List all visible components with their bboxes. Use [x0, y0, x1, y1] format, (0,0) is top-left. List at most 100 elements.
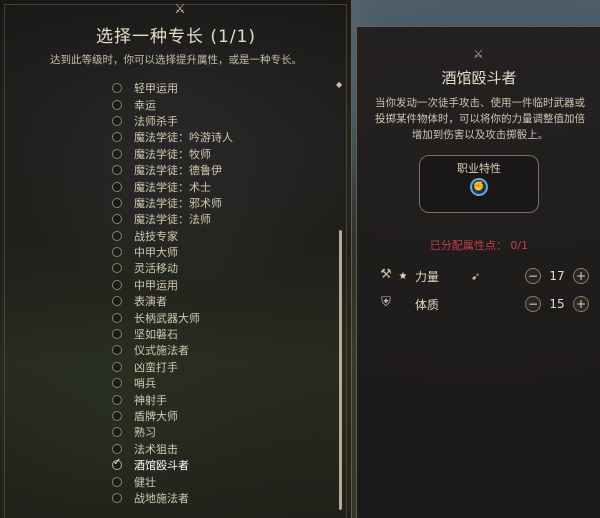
- class-feature-label: 职业特性: [457, 162, 501, 175]
- radio-icon[interactable]: [112, 361, 122, 372]
- panel-subtitle: 达到此等级时，你可以选择提升属性，或是一种专长。: [50, 54, 302, 66]
- decrease-strength-button[interactable]: −: [525, 268, 541, 284]
- panel-title: 选择一种专长 (1/1): [95, 27, 257, 47]
- modifier-icon: ➹: [471, 269, 481, 283]
- feat-option[interactable]: 战地施法者: [112, 490, 233, 506]
- feat-option[interactable]: 仪式施法者: [112, 342, 233, 358]
- radio-icon[interactable]: [112, 247, 122, 258]
- feat-option[interactable]: 长柄武器大师: [112, 309, 233, 325]
- feat-label: 坚如磐石: [134, 328, 178, 342]
- scroll-up-icon[interactable]: ◆: [336, 80, 342, 89]
- feat-option[interactable]: 哨兵: [112, 375, 233, 391]
- feat-label: 战地施法者: [134, 491, 189, 505]
- feat-label: 仪式施法者: [134, 344, 189, 358]
- radio-icon[interactable]: [112, 411, 122, 421]
- feat-option[interactable]: 健壮: [112, 473, 233, 489]
- decrease-constitution-button[interactable]: −: [525, 296, 541, 312]
- feat-option[interactable]: 酒馆殴斗者: [112, 457, 233, 473]
- stat-name-strength: 力量: [415, 269, 440, 284]
- stat-row-constitution: ⛨ 体质 − 15 +: [375, 293, 589, 315]
- feat-label: 轻甲运用: [134, 82, 178, 96]
- feat-detail-panel: ⚔ 酒馆殴斗者 当你发动一次徒手攻击、使用一件临时武器或投掷某件物体时，可以将你…: [356, 26, 600, 518]
- feat-option[interactable]: 魔法学徒：邪术师: [112, 195, 233, 211]
- scrollbar[interactable]: [339, 230, 342, 510]
- radio-icon[interactable]: [112, 296, 122, 307]
- feat-label: 中甲运用: [134, 278, 178, 292]
- feat-label: 哨兵: [134, 377, 156, 391]
- feat-option[interactable]: 魔法学徒：牧师: [112, 146, 233, 162]
- radio-icon[interactable]: [112, 214, 122, 225]
- ability-points-value: 0/1: [510, 239, 529, 252]
- feat-label: 幸运: [134, 98, 156, 112]
- feat-option[interactable]: 幸运: [112, 96, 233, 112]
- feat-option[interactable]: 中甲大师: [112, 244, 233, 260]
- radio-icon[interactable]: [112, 83, 122, 94]
- feat-label: 灵活移动: [134, 262, 178, 276]
- feat-label: 表演者: [134, 295, 167, 309]
- increase-strength-button[interactable]: +: [573, 268, 589, 284]
- feat-description: 当你发动一次徒手攻击、使用一件临时武器或投掷某件物体时，可以将你的力量调整值加倍…: [375, 97, 585, 141]
- increase-constitution-button[interactable]: +: [573, 296, 589, 312]
- radio-icon[interactable]: [112, 443, 122, 454]
- feat-label: 魔法学徒：邪术师: [134, 196, 222, 210]
- radio-icon[interactable]: [112, 230, 122, 241]
- radio-icon[interactable]: [112, 394, 122, 405]
- radio-icon[interactable]: [112, 492, 122, 503]
- feat-label: 魔法学徒：吟游诗人: [134, 131, 233, 145]
- radio-icon[interactable]: [112, 312, 122, 323]
- feat-option[interactable]: 表演者: [112, 293, 233, 309]
- radio-icon[interactable]: [112, 378, 122, 389]
- radio-icon[interactable]: [112, 345, 122, 356]
- feat-option[interactable]: 坚如磐石: [112, 326, 233, 342]
- stat-value-strength: 17: [549, 269, 565, 283]
- radio-icon[interactable]: [112, 132, 122, 143]
- feat-label: 长柄武器大师: [134, 311, 200, 325]
- stat-value-constitution: 15: [549, 297, 565, 311]
- radio-icon[interactable]: [112, 279, 122, 290]
- feat-label: 魔法学徒：法师: [134, 213, 211, 227]
- feat-label: 凶蛮打手: [134, 360, 178, 374]
- feat-option[interactable]: 凶蛮打手: [112, 359, 233, 375]
- feat-option[interactable]: 战技专家: [112, 228, 233, 244]
- radio-icon[interactable]: [112, 263, 122, 274]
- crest-icon: ⚔: [174, 2, 186, 17]
- radio-checked-icon[interactable]: [112, 457, 122, 471]
- feat-label: 神射手: [134, 393, 167, 407]
- feat-title: 酒馆殴斗者: [441, 69, 517, 87]
- class-feature-box: 职业特性 ✊: [419, 155, 539, 213]
- star-icon: ★: [398, 270, 408, 282]
- feat-option[interactable]: 轻甲运用: [112, 80, 233, 96]
- feat-option[interactable]: 熟习: [112, 424, 233, 440]
- strength-icon: ⚒: [380, 267, 392, 282]
- feat-list: 轻甲运用幸运 法师杀手魔法学徒：吟游诗人 魔法学徒：牧师 魔法学徒：德鲁伊 魔法学徒：术…: [112, 80, 233, 506]
- radio-icon[interactable]: [112, 165, 122, 176]
- feat-label: 健壮: [134, 475, 156, 489]
- radio-icon[interactable]: [112, 476, 122, 487]
- feat-option[interactable]: 魔法学徒：术士: [112, 178, 233, 194]
- ability-points-label: 已分配属性点：: [429, 239, 507, 252]
- feat-label: 酒馆殴斗者: [134, 459, 189, 473]
- radio-icon[interactable]: [112, 181, 122, 192]
- feat-label: 法术狙击: [134, 442, 178, 456]
- feat-option[interactable]: 中甲运用: [112, 277, 233, 293]
- fist-icon[interactable]: ✊: [470, 178, 488, 196]
- feat-option[interactable]: 盾牌大师: [112, 408, 233, 424]
- ability-points-status: 已分配属性点： 0/1: [357, 237, 600, 253]
- feat-option[interactable]: 神射手: [112, 391, 233, 407]
- constitution-icon: ⛨: [381, 295, 391, 310]
- radio-icon[interactable]: [112, 197, 122, 208]
- radio-icon[interactable]: [112, 115, 122, 126]
- feat-option[interactable]: 法术狙击: [112, 441, 233, 457]
- feat-option[interactable]: 魔法学徒：德鲁伊: [112, 162, 233, 178]
- radio-icon[interactable]: [112, 148, 122, 159]
- radio-icon[interactable]: [112, 427, 122, 438]
- feat-label: 魔法学徒：术士: [134, 180, 211, 194]
- feat-option[interactable]: 魔法学徒：法师: [112, 211, 233, 227]
- feat-label: 盾牌大师: [134, 410, 178, 423]
- feat-label: 中甲大师: [134, 246, 178, 260]
- feat-option[interactable]: 法师杀手: [112, 113, 233, 129]
- feat-option[interactable]: 灵活移动: [112, 260, 233, 276]
- feat-option[interactable]: 魔法学徒：吟游诗人: [112, 129, 233, 145]
- radio-icon[interactable]: [112, 99, 122, 110]
- radio-icon[interactable]: [112, 329, 122, 340]
